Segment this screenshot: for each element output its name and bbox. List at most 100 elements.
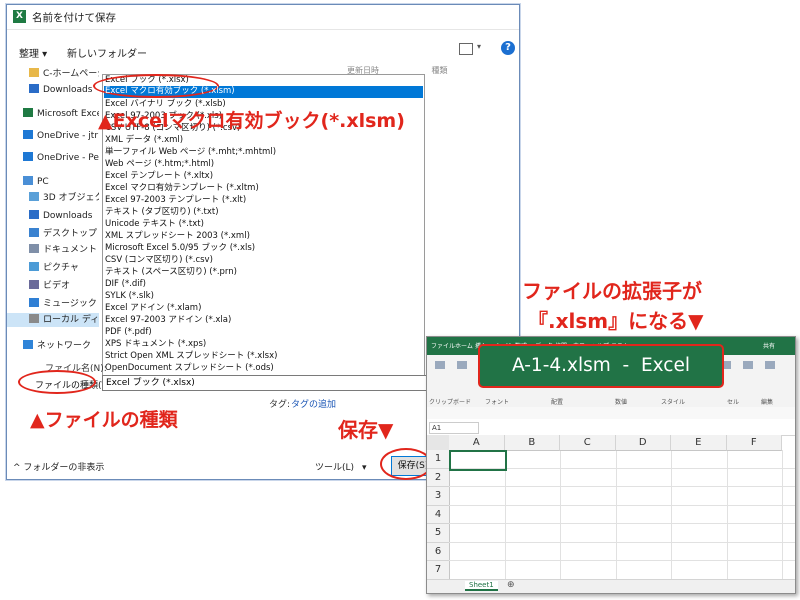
ribbon-command-icon[interactable] xyxy=(435,361,445,369)
ribbon-group-label: セル xyxy=(727,399,740,406)
view-options-icon[interactable] xyxy=(459,43,473,55)
help-icon[interactable]: ? xyxy=(501,41,515,55)
organize-menu[interactable]: 整理 ▾ xyxy=(19,45,47,60)
download-icon xyxy=(29,210,39,219)
column-header[interactable]: F xyxy=(726,435,782,451)
ribbon-group-label: 数値 xyxy=(615,399,628,406)
active-cell[interactable] xyxy=(449,450,507,471)
share-button[interactable]: 共有 xyxy=(763,341,775,350)
file-type-option[interactable]: Excel 97-2003 テンプレート (*.xlt) xyxy=(105,195,246,207)
nav-item[interactable]: デスクトップ xyxy=(29,227,97,241)
nav-item-label: ドキュメント xyxy=(43,245,98,255)
worksheet-grid[interactable]: ABCDEF 1234567 xyxy=(427,435,795,580)
nav-item[interactable]: ピクチャ xyxy=(29,261,79,275)
ribbon-command-icon[interactable] xyxy=(743,361,753,369)
file-type-option[interactable]: Microsoft Excel 5.0/95 ブック (*.xls) xyxy=(105,243,255,255)
add-tag-link[interactable]: タグの追加 xyxy=(291,397,336,410)
file-type-option[interactable]: Excel マクロ有効テンプレート (*.xltm) xyxy=(105,183,259,195)
nav-item[interactable]: Downloads xyxy=(29,83,92,97)
ribbon-group-label: 配置 xyxy=(551,399,564,406)
add-sheet-icon[interactable]: ⊕ xyxy=(507,580,515,590)
tools-label: ツール(L) xyxy=(315,463,355,473)
nav-item[interactable]: ドキュメント xyxy=(29,243,97,257)
column-header[interactable]: B xyxy=(504,435,560,451)
ribbon-tab[interactable]: ファイル xyxy=(431,341,455,350)
pc-icon xyxy=(23,176,33,185)
cube-icon xyxy=(29,192,39,201)
ribbon-command-icon[interactable] xyxy=(457,361,467,369)
column-header[interactable]: C xyxy=(560,435,616,451)
nav-item[interactable]: OneDrive - Pers xyxy=(23,151,99,165)
column-header[interactable]: A xyxy=(449,435,505,451)
file-type-option[interactable]: XPS ドキュメント (*.xps) xyxy=(105,339,206,351)
formula-bar[interactable] xyxy=(427,419,795,436)
nav-item[interactable]: Downloads xyxy=(29,209,92,223)
new-folder-button[interactable]: 新しいフォルダー xyxy=(67,45,147,60)
file-type-option[interactable]: PDF (*.pdf) xyxy=(105,327,152,339)
save-highlight-oval xyxy=(380,448,432,480)
file-type-option[interactable]: 単一ファイル Web ページ (*.mht;*.mhtml) xyxy=(105,147,276,159)
annotation-save: 保存▼ xyxy=(338,418,394,442)
file-type-option[interactable]: OpenDocument スプレッドシート (*.ods) xyxy=(105,363,274,375)
row-header[interactable]: 6 xyxy=(427,542,450,561)
gridline xyxy=(449,523,795,524)
nav-item-label: Microsoft Excel xyxy=(37,109,99,119)
row-header[interactable]: 7 xyxy=(427,561,450,580)
tools-menu-button[interactable]: ツール(L) ▾ xyxy=(315,460,367,473)
file-type-option[interactable]: Excel アドイン (*.xlam) xyxy=(105,303,201,315)
sheet-tab[interactable]: Sheet1 xyxy=(465,581,498,591)
picture-icon xyxy=(29,262,39,271)
nav-item[interactable]: Microsoft Excel xyxy=(23,107,99,121)
desktop-icon xyxy=(29,228,39,237)
file-type-option[interactable]: Unicode テキスト (*.txt) xyxy=(105,219,204,231)
nav-item[interactable]: PC xyxy=(23,175,49,189)
nav-item[interactable]: ネットワーク xyxy=(23,339,91,353)
gridline xyxy=(449,486,795,487)
row-header[interactable]: 1 xyxy=(427,450,450,469)
nav-item[interactable]: C-ホームページ xyxy=(29,67,99,81)
file-type-option[interactable]: Excel テンプレート (*.xltx) xyxy=(105,171,213,183)
name-box[interactable]: A1 xyxy=(429,422,479,434)
row-header[interactable]: 4 xyxy=(427,505,450,524)
file-type-option[interactable]: テキスト (スペース区切り) (*.prn) xyxy=(105,267,237,279)
row-header[interactable]: 5 xyxy=(427,524,450,543)
row-header[interactable]: 2 xyxy=(427,468,450,487)
nav-item-label: C-ホームページ xyxy=(43,69,99,79)
gridline xyxy=(449,560,795,561)
nav-item[interactable]: ミュージック xyxy=(29,297,97,311)
music-icon xyxy=(29,298,39,307)
cloud-icon xyxy=(23,152,33,161)
file-type-option[interactable]: Excel 97-2003 アドイン (*.xla) xyxy=(105,315,231,327)
nav-item-label: ビデオ xyxy=(43,281,71,291)
file-type-option[interactable]: SYLK (*.slk) xyxy=(105,291,154,303)
column-header[interactable]: D xyxy=(615,435,671,451)
dialog-title-bar[interactable]: X 名前を付けて保存 xyxy=(7,5,519,30)
row-header[interactable]: 3 xyxy=(427,487,450,506)
ribbon-command-icon[interactable] xyxy=(765,361,775,369)
file-type-option[interactable]: Excel マクロ有効ブック (*.xlsm) xyxy=(105,86,235,98)
column-header[interactable]: E xyxy=(671,435,727,451)
file-type-option[interactable]: CSV (コンマ区切り) (*.csv) xyxy=(105,255,213,267)
annotation-filetype: ▲ファイルの種類 xyxy=(30,409,178,431)
nav-item-label: ネットワーク xyxy=(37,341,92,351)
nav-item[interactable]: OneDrive - jtr xyxy=(23,129,98,143)
annotation-extension-line1: ファイルの拡張子が xyxy=(522,279,702,303)
select-all-corner[interactable] xyxy=(427,435,449,450)
hide-folders-toggle[interactable]: ^ フォルダーの非表示 xyxy=(13,460,104,473)
chevron-down-icon[interactable]: ▾ xyxy=(477,42,481,51)
nav-item-label: PC xyxy=(37,177,49,187)
nav-item[interactable]: ビデオ xyxy=(29,279,70,293)
ribbon-tab[interactable]: ホーム xyxy=(455,341,473,350)
nav-item[interactable]: ローカル ディスク xyxy=(7,313,99,327)
file-type-option[interactable]: Strict Open XML スプレッドシート (*.xlsx) xyxy=(105,351,277,363)
file-type-option[interactable]: Web ページ (*.htm;*.html) xyxy=(105,159,214,171)
file-type-option[interactable]: テキスト (タブ区切り) (*.txt) xyxy=(105,207,219,219)
hide-folders-label: フォルダーの非表示 xyxy=(23,463,105,473)
filetype-select-value: Excel ブック (*.xlsx) xyxy=(106,378,195,388)
filetype-highlight-oval xyxy=(18,370,96,394)
file-type-option[interactable]: DIF (*.dif) xyxy=(105,279,146,291)
file-type-option[interactable]: XML データ (*.xml) xyxy=(105,135,183,147)
nav-item[interactable]: 3D オブジェクト xyxy=(29,191,99,205)
column-header-type[interactable]: 種類 xyxy=(432,66,448,75)
file-type-option[interactable]: XML スプレッドシート 2003 (*.xml) xyxy=(105,231,250,243)
